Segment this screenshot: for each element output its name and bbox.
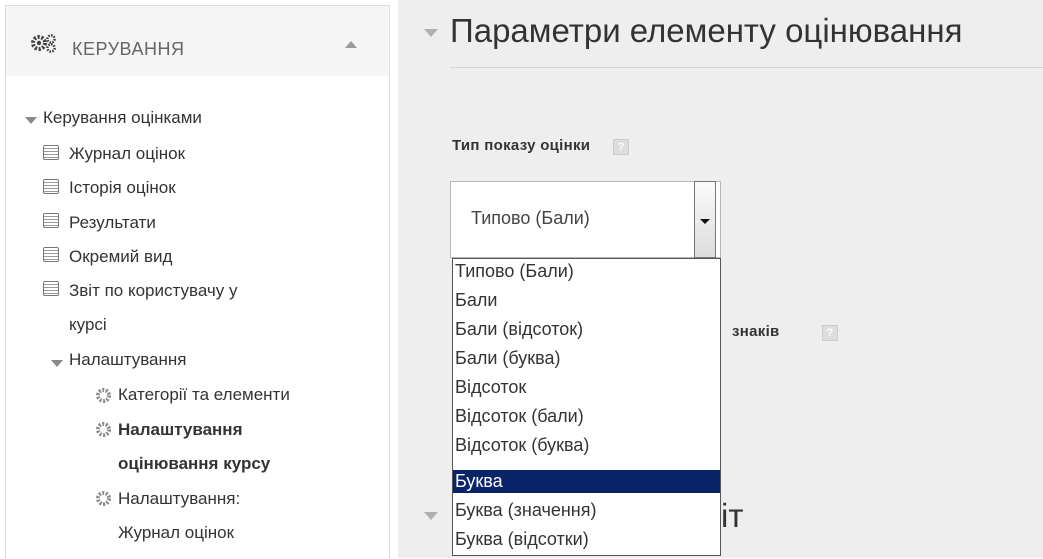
tree-item-single-view[interactable]: Окремий вид: [69, 246, 172, 268]
expand-arrow-icon[interactable]: [25, 117, 37, 124]
dropdown-button[interactable]: [694, 181, 716, 258]
collapse-icon[interactable]: [345, 41, 357, 48]
chevron-down-icon: [700, 219, 710, 224]
tree-item-label[interactable]: Керування оцінками: [43, 108, 202, 127]
tree-item-label[interactable]: курсі: [69, 315, 107, 334]
tree-item-grader-report[interactable]: Журнал оцінок: [69, 143, 185, 165]
section-title[interactable]: Параметри елементу оцінювання: [450, 12, 962, 50]
tree-item-outcomes[interactable]: Результати: [69, 212, 156, 234]
report-icon: [43, 179, 59, 194]
block-header: КЕРУВАННЯ: [6, 6, 389, 76]
cog-icon: [96, 388, 111, 403]
report-icon: [43, 213, 59, 228]
select-current-value: Типово (Бали): [471, 208, 590, 228]
expand-arrow-icon[interactable]: [51, 360, 63, 367]
tree-item-setup[interactable]: Налаштування: [69, 349, 187, 371]
administration-block: КЕРУВАННЯ Керування оцінками Журнал оцін…: [5, 5, 390, 559]
tree-item-course-grade-settings-cont[interactable]: оцінювання курсу: [118, 453, 270, 475]
tree-item-prefs-grader-report-cont[interactable]: Журнал оцінок: [118, 522, 234, 544]
display-type-options[interactable]: Типово (Бали) Бали Бали (відсоток) Бали …: [452, 258, 721, 556]
tree-item-label[interactable]: Налаштування: [69, 350, 187, 369]
decimal-points-label: знаків: [732, 323, 780, 340]
tree-item-label[interactable]: Журнал оцінок: [69, 144, 185, 163]
tree-item-label[interactable]: оцінювання курсу: [118, 454, 270, 473]
report-icon: [43, 247, 59, 262]
section-toggle-icon[interactable]: [424, 29, 438, 37]
tree-item-label[interactable]: Категорії та елементи: [118, 385, 290, 404]
tree-item-course-grade-settings[interactable]: Налаштування: [118, 419, 243, 441]
main-content: Параметри елементу оцінювання Тип показу…: [398, 0, 1043, 558]
block-title: КЕРУВАННЯ: [72, 39, 185, 59]
tree-item-label[interactable]: Результати: [69, 213, 156, 232]
option[interactable]: Відсоток (бали): [453, 405, 720, 428]
option[interactable]: Бали (відсоток): [453, 318, 720, 341]
tree-item-user-report-cont[interactable]: курсі: [69, 314, 107, 336]
tree-item-label[interactable]: Налаштування: [118, 420, 243, 439]
tree-item-label[interactable]: Звіт по користувачу у: [69, 281, 237, 300]
report-icon: [43, 281, 59, 296]
option[interactable]: Буква (відсотки): [453, 528, 720, 551]
report-icon: [43, 145, 59, 160]
display-type-select[interactable]: Типово (Бали): [450, 181, 721, 258]
cog-icon: [96, 422, 111, 437]
option[interactable]: Відсоток: [453, 376, 720, 399]
tree-item-prefs-grader-report[interactable]: Налаштування:: [118, 488, 240, 510]
tree-item-label[interactable]: Журнал оцінок: [118, 523, 234, 542]
tree-item-grade-administration[interactable]: Керування оцінками: [43, 107, 202, 129]
tree-item-categories-items[interactable]: Категорії та елементи: [118, 384, 290, 406]
tree-item-user-report[interactable]: Звіт по користувачу у: [69, 280, 237, 302]
display-type-label: Тип показу оцінки: [452, 137, 591, 154]
section-divider: [450, 67, 1043, 68]
cog-icon: [96, 491, 111, 506]
tree-item-grade-history[interactable]: Історія оцінок: [69, 177, 176, 199]
option[interactable]: Типово (Бали): [453, 260, 720, 283]
option[interactable]: Бали: [453, 289, 720, 312]
second-section-title[interactable]: іт: [721, 497, 743, 535]
help-icon[interactable]: ?: [822, 325, 838, 341]
tree-item-label[interactable]: Окремий вид: [69, 247, 172, 266]
tree-item-label[interactable]: Налаштування:: [118, 489, 240, 508]
option-selected[interactable]: Буква: [453, 470, 720, 493]
cogs-icon: [31, 34, 56, 53]
option[interactable]: Буква (значення): [453, 499, 720, 522]
option[interactable]: Відсоток (буква): [453, 434, 720, 457]
help-icon[interactable]: ?: [613, 139, 629, 155]
section-toggle-icon[interactable]: [424, 512, 438, 520]
option[interactable]: Бали (буква): [453, 347, 720, 370]
tree-item-label[interactable]: Історія оцінок: [69, 178, 176, 197]
